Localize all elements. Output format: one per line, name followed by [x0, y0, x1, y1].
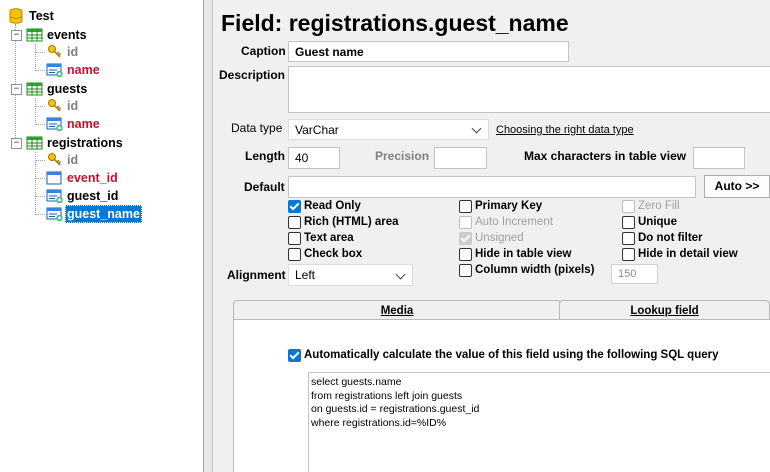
length-input[interactable]: 40 — [288, 147, 340, 169]
chevron-down-icon — [395, 269, 406, 280]
tree-root-label: Test — [29, 9, 54, 23]
datatype-label: Data type — [231, 121, 283, 135]
caption-input[interactable]: Guest name — [288, 41, 569, 62]
default-input[interactable] — [288, 176, 696, 198]
schema-tree[interactable]: Test − events id name − guests id name −… — [0, 0, 204, 472]
checkbox-label: Column width (pixels) — [475, 264, 595, 276]
checkbox-label: Automatically calculate the value of thi… — [304, 349, 719, 361]
checkbox-icon — [288, 216, 301, 229]
sql-line: where registrations.id=%ID% — [311, 416, 447, 429]
tree-field-label: id — [67, 99, 79, 113]
sql-query-editor[interactable]: select guests.name from registrations le… — [308, 372, 770, 472]
checkbox-label: Rich (HTML) area — [304, 216, 399, 228]
checkbox-label: Read Only — [304, 200, 361, 212]
field-icon — [46, 171, 62, 185]
tree-field-label-selected: guest_name — [65, 205, 142, 223]
auto-button[interactable]: Auto >> — [704, 175, 770, 198]
page-title: Field: registrations.guest_name — [221, 10, 569, 36]
tab-label: Lookup field — [630, 305, 699, 317]
tree-field-label: name — [67, 63, 100, 77]
checkbox-label: Hide in detail view — [638, 248, 738, 260]
datatype-help-link[interactable]: Choosing the right data type — [496, 124, 634, 136]
checkbox-icon — [622, 232, 635, 245]
alignment-select[interactable]: Left — [288, 264, 413, 286]
checkbox-label: Auto Increment — [475, 216, 553, 228]
checkbox-disabled-icon — [622, 200, 635, 213]
table-icon — [26, 136, 43, 150]
checkbox-checked-icon — [288, 200, 301, 213]
alignment-label: Alignment — [227, 268, 286, 282]
key-icon — [48, 45, 62, 58]
checkbox-label: Unsigned — [475, 232, 524, 244]
key-icon — [48, 99, 62, 112]
checkbox-label: Hide in table view — [475, 248, 572, 260]
checkbox-label: Zero Fill — [638, 200, 680, 212]
checkbox-disabled-icon — [459, 216, 472, 229]
key-icon — [48, 153, 62, 166]
checkbox-label: Unique — [638, 216, 677, 228]
description-label: Description — [219, 68, 286, 82]
checkbox-icon — [459, 264, 472, 277]
caption-label: Caption — [241, 44, 286, 58]
datatype-select[interactable]: VarChar — [288, 119, 489, 140]
datatype-value: VarChar — [295, 123, 339, 137]
checkbox-icon — [288, 248, 301, 261]
table-icon — [26, 82, 43, 96]
field-add-icon — [46, 117, 63, 132]
length-label: Length — [245, 149, 285, 163]
checkbox-icon — [622, 216, 635, 229]
tree-field-label: id — [67, 153, 79, 167]
collapse-toggle-registrations[interactable]: − — [11, 138, 22, 149]
checkbox-checked-icon — [288, 349, 301, 362]
checkbox-label: Check box — [304, 248, 363, 260]
precision-label: Precision — [375, 149, 430, 163]
alignment-value: Left — [295, 268, 316, 282]
collapse-toggle-events[interactable]: − — [11, 30, 22, 41]
checkbox-label: Do not filter — [638, 232, 703, 244]
tab-label: Media — [380, 305, 414, 317]
maxchars-label: Max characters in table view — [524, 149, 687, 163]
tab-lookup-field[interactable]: Lookup field — [559, 300, 770, 320]
database-icon — [9, 8, 23, 24]
default-label: Default — [244, 180, 285, 194]
checkbox-icon — [459, 248, 472, 261]
sql-line: from registrations left join guests — [311, 389, 463, 402]
checkbox-disabled-checked-icon — [459, 232, 472, 245]
tree-table-label: events — [47, 28, 87, 42]
description-textarea[interactable] — [288, 66, 770, 113]
field-add-icon — [46, 189, 63, 204]
column-width-input[interactable]: 150 — [611, 264, 658, 284]
tab-media[interactable]: Media — [233, 300, 561, 320]
maxchars-input[interactable] — [693, 147, 745, 169]
field-add-icon — [46, 63, 63, 78]
checkbox-icon — [288, 232, 301, 245]
checkbox-icon — [622, 248, 635, 261]
field-add-icon — [46, 207, 63, 222]
tree-field-label: id — [67, 45, 79, 59]
sql-line: on guests.id = registrations.guest_id — [311, 403, 480, 415]
sql-line: select guests.name — [311, 376, 402, 388]
panel-splitter[interactable] — [204, 0, 213, 472]
tree-table-label: guests — [47, 82, 88, 96]
tree-field-label: guest_id — [67, 189, 119, 203]
chevron-down-icon — [471, 123, 482, 134]
tree-field-label: event_id — [67, 171, 118, 185]
collapse-toggle-guests[interactable]: − — [11, 84, 22, 95]
tree-table-label: registrations — [47, 136, 123, 150]
tree-field-label: name — [67, 117, 100, 131]
checkbox-icon — [459, 200, 472, 213]
table-icon — [26, 28, 43, 42]
precision-input[interactable] — [434, 147, 487, 169]
checkbox-label: Text area — [304, 232, 354, 244]
checkbox-label: Primary Key — [475, 200, 543, 212]
